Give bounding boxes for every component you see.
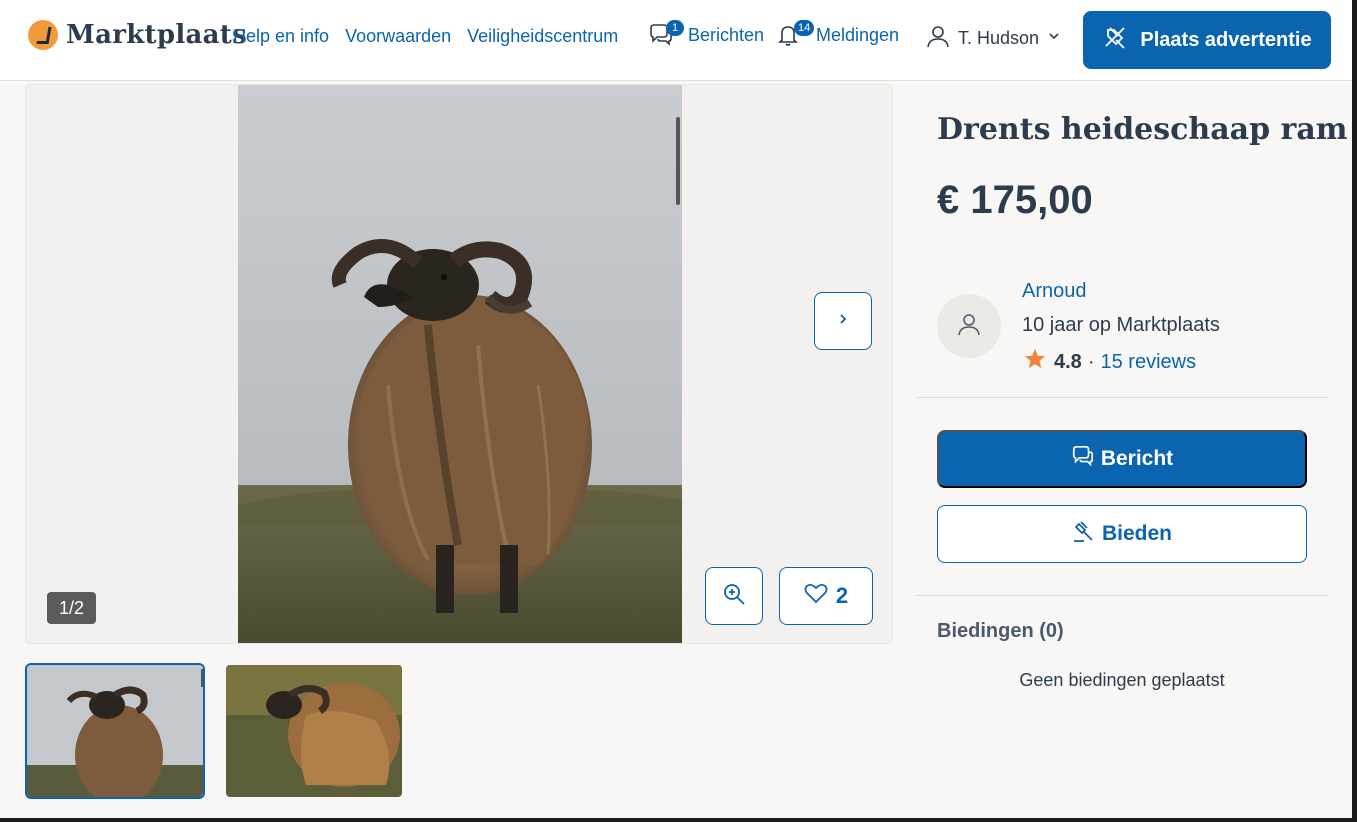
- post-ad-button[interactable]: Plaats advertentie: [1083, 11, 1331, 69]
- messages-label: Berichten: [688, 24, 765, 45]
- marktplaats-logo[interactable]: Marktplaats: [28, 20, 247, 50]
- seller-name-link[interactable]: Arnoud: [1022, 280, 1087, 303]
- pin-icon: [1102, 24, 1140, 56]
- window-edge: [1352, 0, 1357, 822]
- chat-icon: [1071, 444, 1101, 474]
- photo-gallery: 1/2 2: [25, 84, 893, 644]
- divider: [916, 397, 1329, 398]
- heart-icon: [804, 582, 828, 610]
- thumbnail-2[interactable]: [224, 663, 404, 799]
- chat-icon: 1: [648, 20, 684, 48]
- zoom-in-icon: [722, 582, 746, 611]
- divider: [916, 595, 1329, 596]
- gavel-icon: [1072, 519, 1102, 549]
- user-icon: [926, 24, 950, 53]
- chevron-down-icon: [1047, 29, 1061, 48]
- post-ad-label: Plaats advertentie: [1140, 28, 1312, 51]
- thumbnail-1[interactable]: [25, 663, 205, 799]
- brand-name: Marktplaats: [66, 20, 248, 50]
- bid-button-label: Bieden: [1101, 522, 1172, 545]
- user-name: T. Hudson: [958, 28, 1040, 48]
- user-menu[interactable]: T. Hudson: [926, 24, 1061, 53]
- chevron-right-icon: [837, 312, 849, 330]
- favorite-button[interactable]: 2: [779, 567, 873, 625]
- zoom-button[interactable]: [705, 567, 763, 625]
- bid-button[interactable]: Bieden: [937, 505, 1307, 563]
- messages-badge: 1: [666, 20, 684, 36]
- photo-counter: 1/2: [47, 592, 96, 624]
- safety-center-link[interactable]: Veiligheidscentrum: [467, 26, 618, 47]
- reviews-link[interactable]: 15 reviews: [1100, 351, 1196, 374]
- message-button[interactable]: Bericht: [937, 430, 1307, 488]
- seller-avatar[interactable]: [937, 294, 1001, 358]
- listing-title: Drents heideschaap ram: [937, 112, 1348, 147]
- user-icon: [957, 312, 981, 341]
- seller-rating: 4.8 · 15 reviews: [1024, 348, 1196, 376]
- top-navigation-bar: Marktplaats Help en info Voorwaarden Vei…: [0, 0, 1357, 81]
- notifications-label: Meldingen: [816, 24, 900, 45]
- window-edge: [0, 818, 1357, 822]
- next-photo-button[interactable]: [814, 292, 872, 350]
- messages-nav-item[interactable]: 1 Berichten: [648, 20, 765, 48]
- notifications-nav-item[interactable]: 14 Meldingen: [776, 20, 900, 48]
- main-listing-photo[interactable]: [238, 85, 682, 643]
- thumbnail-strip: [25, 663, 404, 799]
- star-icon: [1024, 348, 1046, 376]
- listing-price: € 175,00: [937, 178, 1093, 222]
- help-link[interactable]: Help en info: [233, 26, 329, 47]
- header-links: Help en info Voorwaarden Veiligheidscent…: [233, 26, 618, 47]
- message-button-label: Bericht: [1100, 447, 1174, 470]
- terms-link[interactable]: Voorwaarden: [345, 26, 451, 47]
- bell-icon: 14: [776, 20, 815, 48]
- bids-empty-text: Geen biedingen geplaatst: [1019, 670, 1225, 690]
- marktplaats-logo-icon: [28, 20, 58, 50]
- favorite-count: 2: [835, 583, 849, 608]
- rating-separator: ·: [1087, 350, 1095, 373]
- rating-score: 4.8: [1054, 350, 1082, 373]
- notifications-badge: 14: [794, 20, 815, 36]
- bids-heading: Biedingen (0): [937, 620, 1064, 642]
- seller-membership: 10 jaar op Marktplaats: [1022, 314, 1220, 336]
